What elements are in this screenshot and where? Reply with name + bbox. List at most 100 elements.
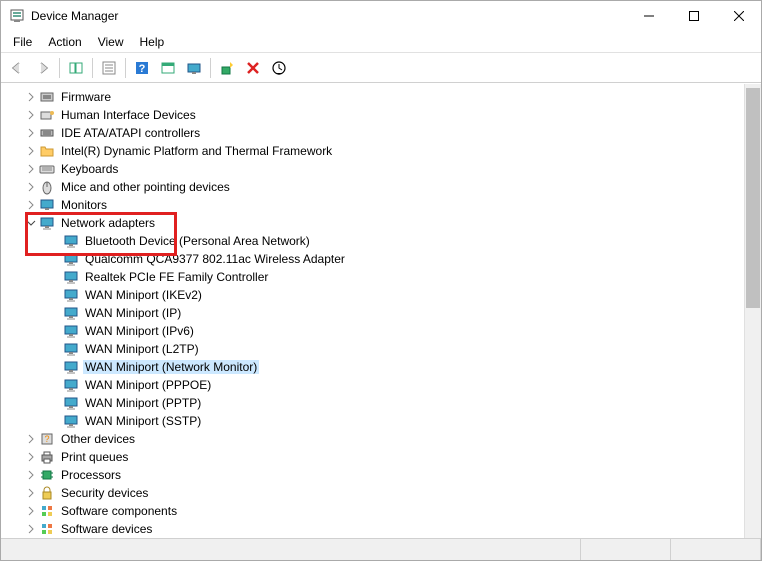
tree-item[interactable]: WAN Miniport (SSTP) [1,412,744,430]
scrollbar-thumb[interactable] [746,88,760,308]
chevron-right-icon[interactable] [25,523,37,535]
tree-item[interactable]: Security devices [1,484,744,502]
menu-help[interactable]: Help [132,33,173,51]
tree-item[interactable]: Qualcomm QCA9377 802.11ac Wireless Adapt… [1,250,744,268]
show-hide-console-button[interactable] [64,56,88,80]
network-icon [63,359,79,375]
network-icon [63,269,79,285]
close-button[interactable] [716,1,761,31]
chevron-right-icon[interactable] [25,469,37,481]
tree-item-label: Software devices [59,522,154,536]
tree-item-label: Keyboards [59,162,120,176]
keyboard-icon [39,161,55,177]
chevron-right-icon[interactable] [25,433,37,445]
tree-item-label: Mice and other pointing devices [59,180,232,194]
back-button[interactable] [5,56,29,80]
network-icon [63,377,79,393]
app-icon [9,8,25,24]
tree-item[interactable]: Bluetooth Device (Personal Area Network) [1,232,744,250]
chevron-right-icon[interactable] [25,487,37,499]
tree-item[interactable]: WAN Miniport (PPPOE) [1,376,744,394]
minimize-button[interactable] [626,1,671,31]
tree-item-label: Intel(R) Dynamic Platform and Thermal Fr… [59,144,334,158]
tree-item-label: WAN Miniport (PPTP) [83,396,203,410]
svg-text:?: ? [139,63,146,75]
toolbar: ? [1,53,761,83]
chevron-right-icon[interactable] [25,163,37,175]
network-icon [39,215,55,231]
window-title: Device Manager [31,9,626,23]
tree-item-label: Network adapters [59,216,157,230]
scan-hardware-button[interactable] [182,56,206,80]
chevron-right-icon[interactable] [25,451,37,463]
vertical-scrollbar[interactable] [744,84,761,538]
statusbar-cell [1,539,581,560]
tree-item-label: WAN Miniport (L2TP) [83,342,201,356]
network-icon [63,341,79,357]
menu-file[interactable]: File [5,33,40,51]
tree-item[interactable]: Firmware [1,88,744,106]
toolbar-separator [210,58,211,78]
tree-item[interactable]: Human Interface Devices [1,106,744,124]
disable-device-button[interactable] [267,56,291,80]
menu-view[interactable]: View [90,33,132,51]
tree-item[interactable]: WAN Miniport (PPTP) [1,394,744,412]
tree-item[interactable]: Network adapters [1,214,744,232]
tree-item[interactable]: Monitors [1,196,744,214]
tree-item[interactable]: Keyboards [1,160,744,178]
chevron-right-icon[interactable] [25,199,37,211]
content-area: FirmwareHuman Interface Devices IDE ATA/A… [1,83,761,538]
tree-item[interactable]: IDE ATA/ATAPI controllers [1,124,744,142]
tree-item-label: IDE ATA/ATAPI controllers [59,126,202,140]
tree-item[interactable]: Realtek PCIe FE Family Controller [1,268,744,286]
chevron-right-icon[interactable] [25,127,37,139]
uninstall-device-button[interactable] [241,56,265,80]
device-tree[interactable]: FirmwareHuman Interface Devices IDE ATA/A… [1,84,744,538]
tree-item[interactable]: ?Other devices [1,430,744,448]
tree-item-label: WAN Miniport (IP) [83,306,183,320]
tree-item[interactable]: WAN Miniport (IP) [1,304,744,322]
chevron-down-icon[interactable] [25,217,37,229]
tree-item-label: WAN Miniport (IKEv2) [83,288,204,302]
hid-icon [39,107,55,123]
chevron-right-icon[interactable] [25,145,37,157]
tree-item-label: WAN Miniport (SSTP) [83,414,203,428]
menu-action[interactable]: Action [40,33,89,51]
folder-icon [39,143,55,159]
tree-item[interactable]: Software devices [1,520,744,538]
tree-item[interactable]: Intel(R) Dynamic Platform and Thermal Fr… [1,142,744,160]
network-icon [63,413,79,429]
tree-item-label: Software components [59,504,179,518]
menubar: File Action View Help [1,31,761,53]
chevron-right-icon[interactable] [25,91,37,103]
other-icon: ? [39,431,55,447]
statusbar-cell [671,539,761,560]
statusbar [1,538,761,560]
tree-item[interactable]: Mice and other pointing devices [1,178,744,196]
monitor-icon [39,197,55,213]
chevron-right-icon[interactable] [25,181,37,193]
tree-item[interactable]: Print queues [1,448,744,466]
maximize-button[interactable] [671,1,716,31]
chevron-right-icon[interactable] [25,505,37,517]
processor-icon [39,467,55,483]
tree-item[interactable]: WAN Miniport (IKEv2) [1,286,744,304]
toolbar-separator [125,58,126,78]
update-driver-button[interactable] [215,56,239,80]
software-icon [39,503,55,519]
forward-button[interactable] [31,56,55,80]
tree-item[interactable]: Processors [1,466,744,484]
tree-item[interactable]: Software components [1,502,744,520]
svg-text:?: ? [44,434,49,444]
statusbar-cell [581,539,671,560]
tree-item[interactable]: WAN Miniport (L2TP) [1,340,744,358]
action-button[interactable] [156,56,180,80]
chevron-right-icon[interactable] [25,109,37,121]
tree-item[interactable]: WAN Miniport (IPv6) [1,322,744,340]
properties-button[interactable] [97,56,121,80]
tree-item[interactable]: WAN Miniport (Network Monitor) [1,358,744,376]
ide-icon [39,125,55,141]
window-controls [626,1,761,31]
help-button[interactable]: ? [130,56,154,80]
printer-icon [39,449,55,465]
